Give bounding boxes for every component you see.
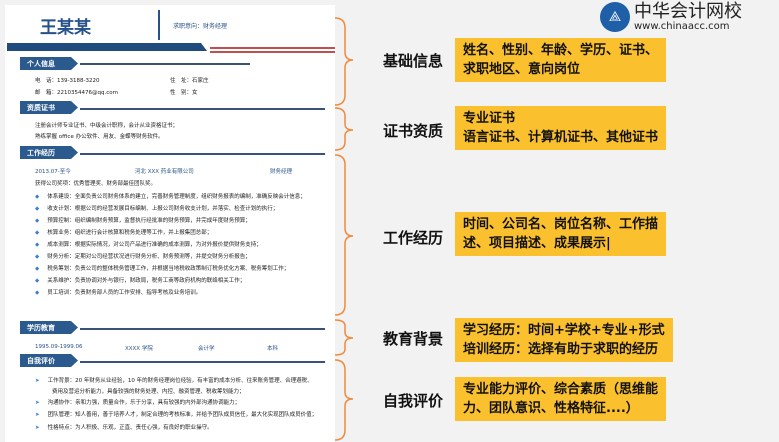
- edu-degree: 本科: [267, 346, 279, 352]
- work-award: 获得公司奖项：优秀管理奖、财务部最佳团队奖。: [35, 181, 157, 187]
- header-accent-lines: [210, 47, 335, 49]
- work-item: ◆ 成本测算：根据实际情况，对公司产品进行准确的成本测算，为对外报价提供财务支持；: [35, 242, 262, 248]
- section-personal: 个人信息: [20, 57, 78, 70]
- resume-document: 王某某 求职意向：财务经理 个人信息 电 话：139-3188-3220 邮 箱…: [5, 5, 335, 442]
- bracket-icon: [335, 319, 354, 356]
- box-self: 专业能力评价、综合素质（思维能 力、团队意识、性格特征....）: [455, 377, 667, 421]
- self-item: ➤ 沟通协作：亲和力强，质量合作，乐于分享，具有较强的内外部沟通协调能力；: [35, 400, 241, 406]
- self-item: ➤ 团队管理：知人善用，善于培养人才，制定合理的考核标准，并给予团队成员信任，最大…: [35, 412, 318, 418]
- label-edu: 教育背景: [383, 330, 444, 348]
- label-self: 自我评价: [383, 392, 444, 410]
- cert-line: 熟练掌握 office 办公软件、用友、金蝶等财务软件。: [35, 134, 164, 140]
- cert-line: 注册会计师专业证书、中级会计职称，会计从业资格证书；: [35, 123, 179, 129]
- work-item: ◆ 税务筹划：负责公司的整体税务管理工作，并根据当地税收政策制订税务优化方案、税务…: [35, 266, 290, 272]
- section-self: 自我评价: [20, 354, 78, 367]
- label-basic-info: 基础信息: [383, 52, 444, 70]
- section-line: [80, 361, 325, 363]
- address: 住 址：石家庄: [170, 78, 209, 84]
- self-item: ➤ 性格特点：为人积极、乐观，正直、责任心强，有良好的职业操守。: [35, 425, 213, 431]
- edu-school: XXXX 学院: [125, 346, 153, 352]
- logo: ⟁ 中华会计网校 www.chinaacc.com: [600, 2, 742, 32]
- label-cert: 证书资质: [383, 122, 444, 140]
- logo-name: 中华会计网校: [634, 0, 742, 22]
- phone: 电 话：139-3188-3220: [35, 78, 100, 84]
- edu-period: 1995.09-1999.06: [35, 344, 83, 350]
- divider: [158, 10, 160, 40]
- self-item-cont: 费用及营运分析能力，具备较强的财务处理、内控、融资管理、税收筹划能力；: [52, 389, 245, 395]
- section-line: [80, 153, 325, 155]
- box-edu: 学习经历：时间+学校+专业+形式 培训经历：选择有助于求职的经历: [455, 318, 673, 362]
- section-line: [80, 108, 325, 110]
- work-item: ◆ 体系建设：全面负责公司财务体系的建立，完善财务管理制度，组织财务报表的编制，准…: [35, 194, 306, 200]
- box-basic-info: 姓名、性别、年龄、学历、证书、 求职地区、意向岗位: [455, 38, 667, 82]
- work-item: ◆ 员工培训：负责财务部人员的工作安排、指导考核及业务培训。: [35, 290, 202, 296]
- section-cert: 资质证书: [20, 101, 78, 114]
- bracket-icon: [335, 107, 354, 151]
- bracket-icon: [335, 17, 354, 106]
- work-item: ◆ 关系维护：负责协调对外与银行，财政局，税务工商等政府机构的联络相关工作；: [35, 278, 246, 284]
- section-line: [80, 63, 250, 65]
- annotation-panel: 基础信息 姓名、性别、年龄、学历、证书、 求职地区、意向岗位 证书资质 专业证书…: [335, 0, 779, 442]
- resume-name: 王某某: [40, 18, 91, 38]
- box-work: 时间、公司名、岗位名称、工作描 述、项目描述、成果展示|: [455, 212, 667, 256]
- section-edu: 学历教育: [20, 321, 78, 334]
- bracket-icon: [335, 154, 354, 316]
- section-line: [80, 328, 325, 330]
- logo-url: www.chinaacc.com: [634, 20, 730, 32]
- work-item: ◆ 财务分析：定期对公司经营状况进行财务分析、财务预测等，并提交财务分析报告；: [35, 254, 251, 260]
- box-cert: 专业证书 语言证书、计算机证书、其他证书: [455, 106, 667, 150]
- work-title: 财务经理: [270, 169, 293, 175]
- work-period: 2013.07-至今: [35, 169, 71, 175]
- email: 邮 箱：2210354476@qq.com: [35, 90, 118, 96]
- header-band: [7, 43, 207, 51]
- self-item: ➤ 工作背景：20 年财务从业经验，10 年的财务经理岗位经验，有丰富的成本分析、…: [35, 378, 313, 384]
- job-intent: 求职意向：财务经理: [173, 23, 228, 30]
- work-item: ◆ 收支计划：根据公司的经营发展目标编制、上报公司财务收支计划，并落实、检查计划的…: [35, 206, 279, 212]
- gender: 性 别：女: [170, 90, 198, 96]
- logo-icon: ⟁: [600, 2, 630, 32]
- work-item: ◆ 核算业务：组织进行会计核算和税务处理等工作，并上报集团总部；: [35, 230, 213, 236]
- edu-major: 会计学: [198, 346, 215, 352]
- work-company: 河北 XXX 药业有限公司: [135, 169, 194, 175]
- label-work: 工作经历: [383, 229, 444, 247]
- work-item: ◆ 预算控制：组织编制财务预算，监督执行经批准的财务预算，并完成年度财务预算；: [35, 218, 251, 224]
- section-work: 工作经历: [20, 146, 78, 159]
- bracket-icon: [335, 359, 354, 441]
